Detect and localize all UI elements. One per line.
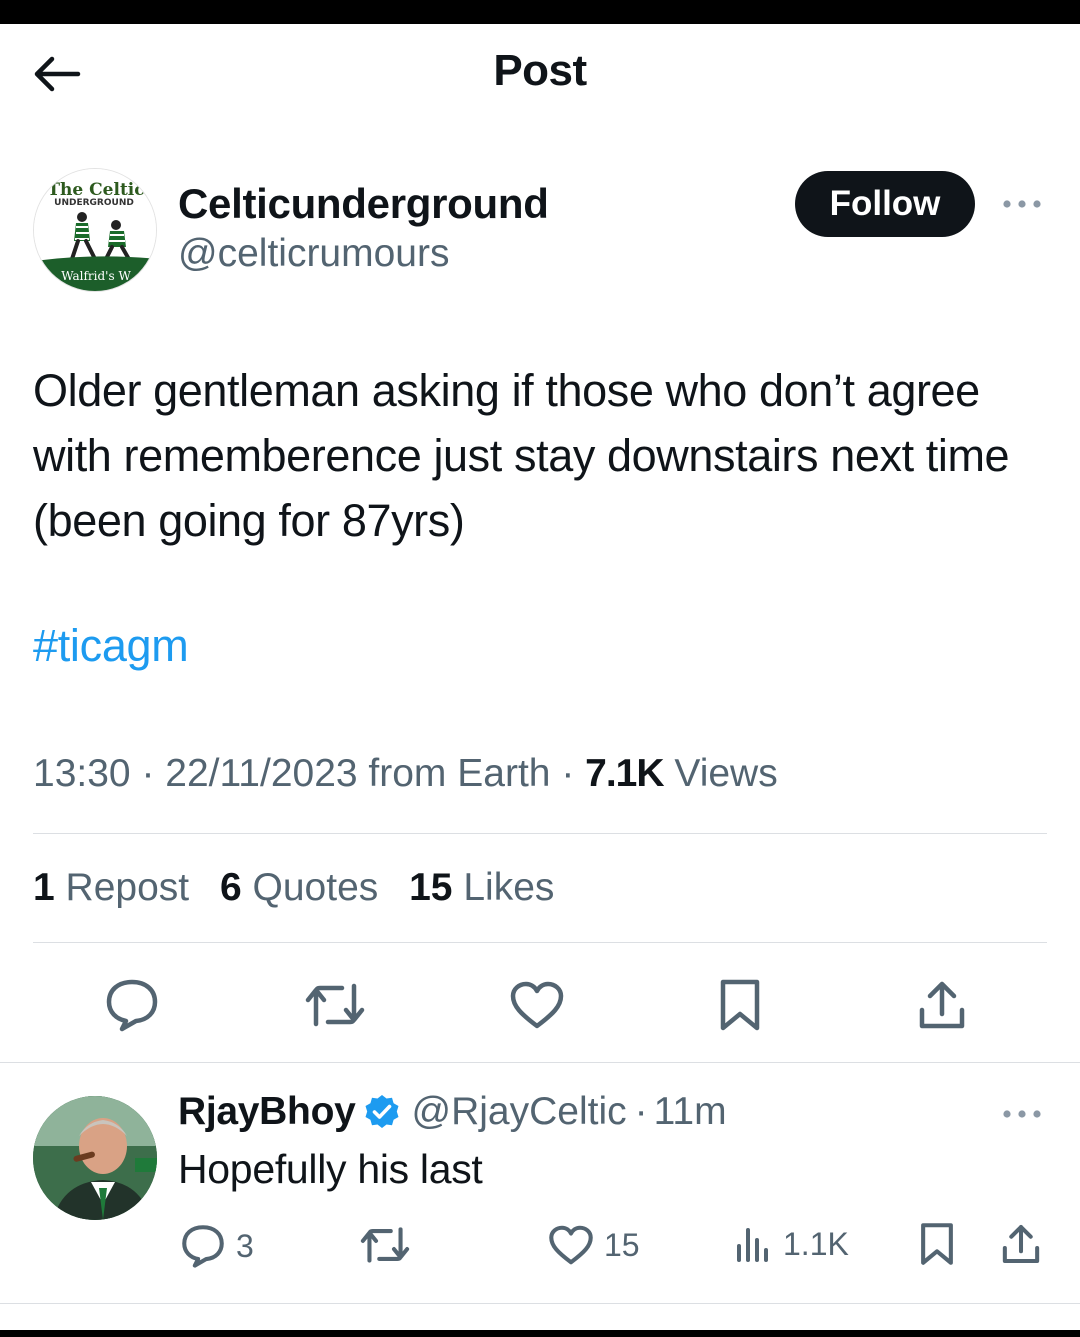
- post-stats: 1 Repost 6 Quotes 15 Likes: [33, 866, 554, 910]
- reply-button[interactable]: [100, 975, 164, 1035]
- share-button[interactable]: [910, 975, 974, 1035]
- views-label: Views: [674, 752, 778, 795]
- post-meta: 13:30 · 22/11/2023 from Earth · 7.1K Vie…: [33, 752, 778, 796]
- reply-reply-button[interactable]: 3: [180, 1224, 254, 1268]
- reply-avatar-image: [33, 1096, 157, 1220]
- verified-badge: [363, 1093, 401, 1131]
- share-icon: [919, 981, 965, 1029]
- author-display-name[interactable]: Celticunderground: [178, 180, 549, 228]
- post-date[interactable]: 22/11/2023: [165, 752, 357, 795]
- post-text: Older gentleman asking if those who don’…: [33, 365, 1010, 546]
- header: Post: [0, 24, 1080, 124]
- reposts-stat[interactable]: 1 Repost: [33, 866, 189, 909]
- logo-text-sub: UNDERGROUND: [54, 198, 134, 208]
- reply-display-name[interactable]: RjayBhoy: [178, 1090, 356, 1134]
- divider: [0, 1062, 1080, 1063]
- page-title: Post: [493, 46, 587, 95]
- author-avatar[interactable]: The Celtic UNDERGROUND Walfrid's W: [33, 168, 157, 292]
- divider: [33, 833, 1047, 834]
- reply-separator: ·: [634, 1090, 648, 1133]
- verified-icon: [365, 1095, 399, 1128]
- meta-separator: ·: [561, 752, 586, 795]
- bookmark-button[interactable]: [710, 975, 770, 1035]
- post-more-button[interactable]: [1000, 190, 1044, 218]
- reply-likes-count: 15: [604, 1226, 640, 1263]
- reply-more-button[interactable]: [1000, 1100, 1044, 1128]
- logo-text-bottom: Walfrid's W: [61, 269, 131, 283]
- bottom-bar: [0, 1330, 1080, 1337]
- views-icon: [737, 1228, 768, 1262]
- reply-icon: [106, 979, 158, 1032]
- follow-button[interactable]: Follow: [795, 171, 975, 237]
- hashtag-link[interactable]: #ticagm: [33, 620, 189, 672]
- reply-bookmark-button[interactable]: [918, 1222, 956, 1266]
- reply-icon: [182, 1225, 224, 1268]
- status-bar: [0, 0, 1080, 24]
- repost-icon: [305, 983, 365, 1027]
- reply-like-button[interactable]: 15: [548, 1224, 640, 1266]
- share-icon: [1002, 1225, 1040, 1263]
- reply-time[interactable]: 11m: [654, 1090, 727, 1134]
- reply-replies-count: 3: [236, 1227, 254, 1264]
- reply-text: Hopefully his last: [178, 1146, 483, 1192]
- meta-separator: ·: [141, 752, 166, 795]
- likes-stat[interactable]: 15 Likes: [409, 866, 554, 909]
- reply-views-button[interactable]: 1.1K: [733, 1224, 849, 1264]
- repost-button[interactable]: [300, 977, 370, 1033]
- bookmark-icon: [921, 1223, 953, 1265]
- reply-views-count: 1.1K: [783, 1225, 849, 1262]
- author-handle[interactable]: @celticrumours: [178, 232, 449, 276]
- reply-avatar[interactable]: [33, 1096, 157, 1220]
- like-icon: [549, 1225, 593, 1265]
- logo-text-top: The Celtic: [47, 180, 144, 200]
- more-icon: [1003, 200, 1041, 208]
- bookmark-icon: [720, 979, 760, 1031]
- views-count: 7.1K: [585, 752, 664, 795]
- like-icon: [510, 981, 564, 1029]
- divider: [33, 942, 1047, 943]
- reply-repost-button[interactable]: [358, 1224, 412, 1266]
- more-icon: [1003, 1110, 1041, 1118]
- divider: [0, 1303, 1080, 1304]
- post-time[interactable]: 13:30: [33, 752, 131, 795]
- like-button[interactable]: [505, 975, 569, 1035]
- celtic-underground-logo: The Celtic UNDERGROUND Walfrid's W: [34, 169, 156, 291]
- reply-handle[interactable]: @RjayCeltic: [411, 1090, 626, 1134]
- reply-header: RjayBhoy @RjayCeltic · 11m: [178, 1090, 727, 1134]
- post-source: from Earth: [368, 752, 551, 795]
- quotes-stat[interactable]: 6 Quotes: [220, 866, 378, 909]
- reply-share-button[interactable]: [1000, 1222, 1042, 1266]
- repost-icon: [360, 1227, 410, 1263]
